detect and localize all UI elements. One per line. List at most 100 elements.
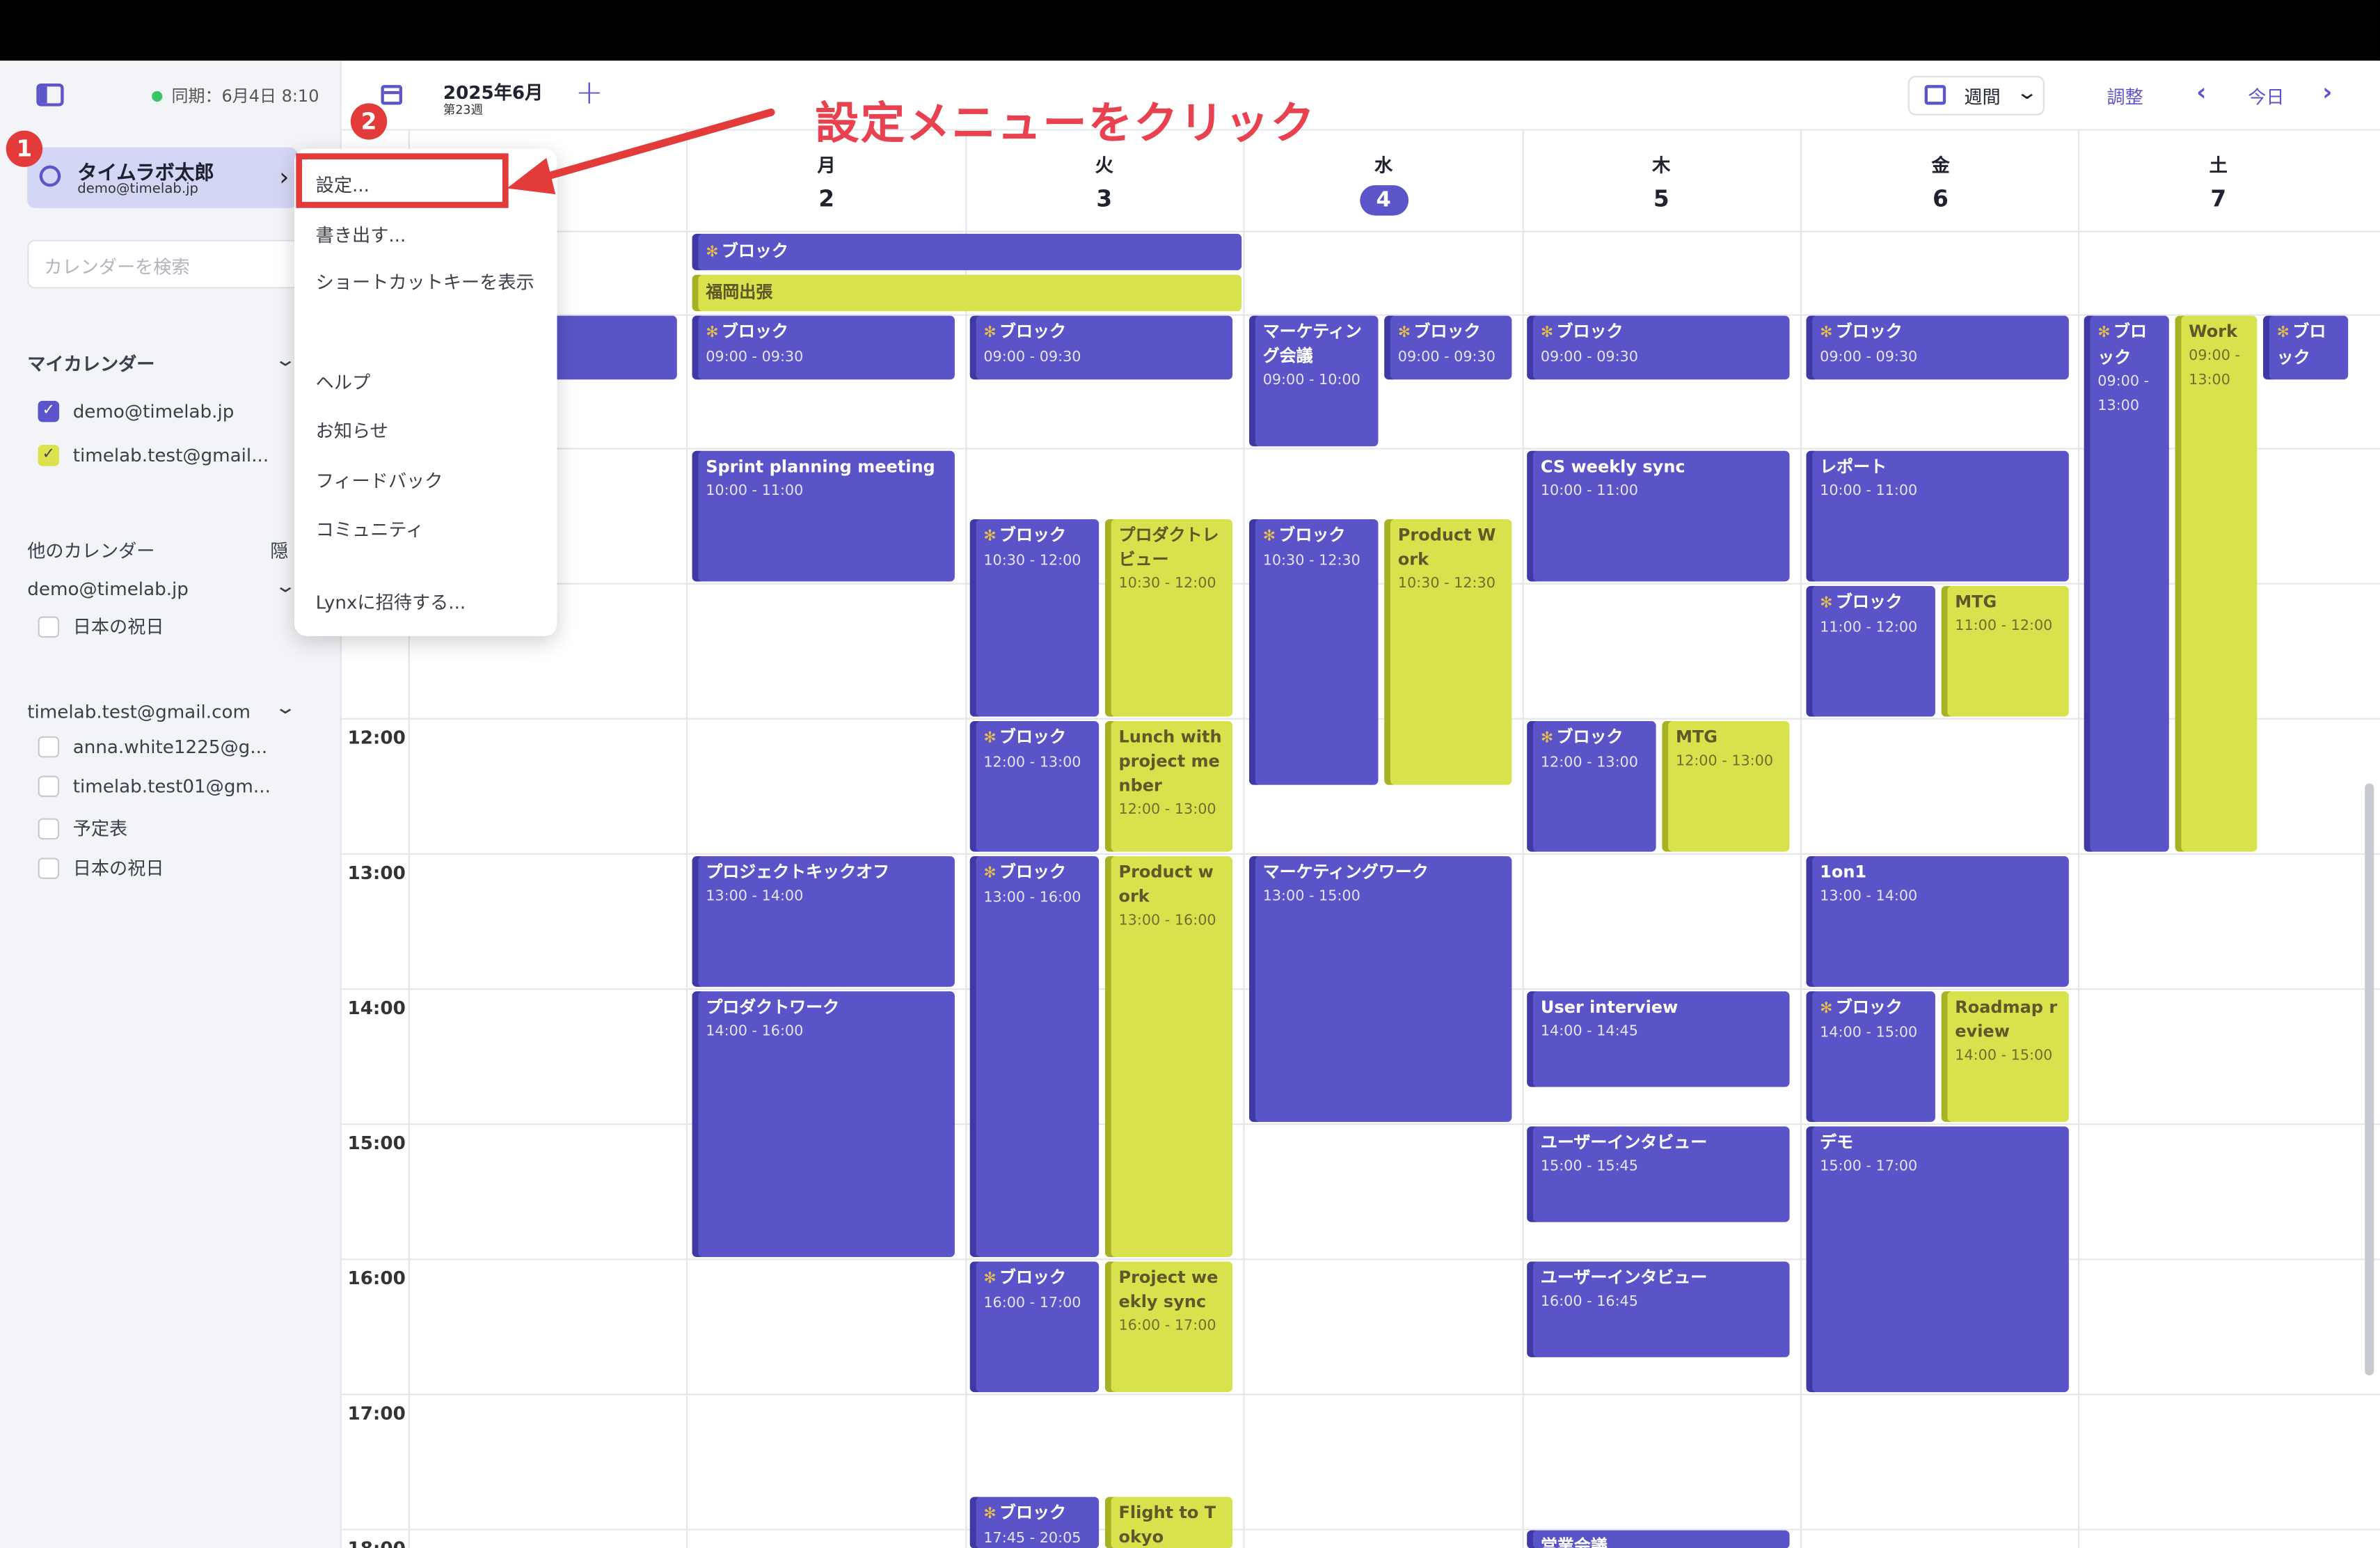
view-selector[interactable]: 週間 ⌄ bbox=[1907, 76, 2045, 116]
scrollbar[interactable] bbox=[2365, 783, 2374, 1376]
menu-item-news[interactable]: お知らせ bbox=[316, 418, 388, 443]
calendar-event[interactable]: Roadmap review 14:00 - 15:00 bbox=[1941, 991, 2069, 1122]
user-avatar-icon bbox=[39, 165, 61, 187]
calendar-event[interactable]: ✻ ブロック 09:00 - 09:30 bbox=[692, 315, 955, 380]
checkbox-checked-icon[interactable]: ✓ bbox=[38, 400, 60, 422]
calendar-event[interactable]: ユーザーインタビュー 16:00 - 16:45 bbox=[1527, 1261, 1790, 1357]
app-root: 同期：6月4日 8:10 タイムラボ太郎 demo@timelab.jp › カ… bbox=[0, 0, 2380, 1548]
prev-week-button[interactable]: ‹ bbox=[2196, 77, 2206, 106]
account-button[interactable]: タイムラボ太郎 demo@timelab.jp › bbox=[27, 147, 298, 208]
today-button[interactable]: 今日 bbox=[2248, 84, 2284, 109]
event-title: ✻ ブロック bbox=[706, 322, 788, 342]
my-calendar-item[interactable]: ✓ timelab.test@gmail... bbox=[38, 445, 269, 466]
calendar-event[interactable]: Product work 13:00 - 16:00 bbox=[1104, 856, 1233, 1257]
block-icon: ✻ bbox=[1820, 1000, 1833, 1018]
calendar-event[interactable]: Sprint planning meeting 10:00 - 11:00 bbox=[692, 450, 955, 582]
day-header-fri[interactable]: 金6 bbox=[1802, 131, 2079, 212]
sidebar-toggle-icon[interactable] bbox=[36, 83, 64, 106]
event-time: 10:00 - 11:00 bbox=[1540, 482, 1638, 500]
calendar-event[interactable]: デモ 15:00 - 17:00 bbox=[1806, 1126, 2069, 1393]
calendar-event[interactable]: ✻ ブロック 09:00 - 09:30 bbox=[1527, 315, 1790, 380]
user-email: demo@timelab.jp bbox=[77, 182, 199, 198]
other-calendar-item[interactable]: timelab.test01@gm... bbox=[38, 775, 271, 798]
calendar-icon[interactable] bbox=[381, 85, 402, 105]
calendar-event[interactable]: CS weekly sync 10:00 - 11:00 bbox=[1527, 450, 1790, 582]
event-title: ✻ ブロック bbox=[983, 1267, 1066, 1288]
adjust-button[interactable]: 調整 bbox=[2107, 84, 2143, 109]
calendar-event[interactable]: Project weekly sync 16:00 - 17:00 bbox=[1104, 1261, 1233, 1393]
calendar-event[interactable]: ✻ ブロック 12:00 - 13:00 bbox=[969, 721, 1100, 852]
calendar-event[interactable]: プロダクトワーク 14:00 - 16:00 bbox=[692, 991, 955, 1257]
calendar-event[interactable]: ✻ ブロック 09:00 - 09:30 bbox=[1806, 315, 2069, 380]
menu-item-export[interactable]: 書き出す... bbox=[316, 221, 406, 247]
menu-item-invite[interactable]: Lynxに招待する... bbox=[316, 589, 466, 615]
allday-event[interactable]: 福岡出張 bbox=[692, 274, 1242, 312]
day-name: 木 bbox=[1652, 155, 1671, 177]
calendar-event[interactable]: マーケティング会議 09:00 - 10:00 bbox=[1249, 315, 1379, 447]
event-title: ✻ ブロック bbox=[1820, 592, 1903, 612]
calendar-event[interactable]: MTG 12:00 - 13:00 bbox=[1662, 721, 1790, 852]
time-label: 18:00 bbox=[347, 1538, 405, 1548]
chevron-down-icon[interactable]: ⌄ bbox=[274, 697, 297, 718]
calendar-event[interactable]: ✻ ブロック 09:00 - 09:30 bbox=[969, 315, 1233, 380]
chevron-down-icon[interactable]: ⌄ bbox=[274, 349, 297, 371]
other-calendar-item[interactable]: 日本の祝日 bbox=[38, 855, 164, 880]
event-time: 15:00 - 15:45 bbox=[1540, 1158, 1638, 1176]
menu-item-help[interactable]: ヘルプ bbox=[316, 369, 371, 395]
event-time: 13:00 - 15:00 bbox=[1262, 887, 1360, 905]
calendar-search-input[interactable]: カレンダーを検索 bbox=[27, 239, 301, 289]
chevron-down-icon[interactable]: ⌄ bbox=[274, 576, 297, 597]
calendar-event[interactable]: MTG 11:00 - 12:00 bbox=[1941, 585, 2069, 717]
checkbox-checked-icon[interactable]: ✓ bbox=[38, 445, 60, 466]
calendar-event[interactable]: Lunch with project menber 12:00 - 13:00 bbox=[1104, 721, 1233, 852]
calendar-event[interactable]: ✻ ブロック 14:00 - 15:00 bbox=[1806, 991, 1935, 1122]
event-title: Project weekly sync bbox=[1118, 1267, 1219, 1312]
checkbox-icon[interactable] bbox=[38, 817, 60, 839]
day-header-thu[interactable]: 木5 bbox=[1523, 131, 1800, 213]
menu-item-community[interactable]: コミュニティ bbox=[316, 516, 424, 542]
calendar-event[interactable]: プロダクトレビュー 10:30 - 12:00 bbox=[1104, 519, 1233, 717]
grid-line bbox=[1522, 130, 1524, 1548]
calendar-event[interactable]: 営業会議 bbox=[1527, 1530, 1790, 1548]
other-calendar-item[interactable]: anna.white1225@g... bbox=[38, 736, 267, 758]
calendar-event[interactable]: ✻ ブロック 16:00 - 17:00 bbox=[969, 1261, 1100, 1393]
hide-button[interactable]: 隠 bbox=[270, 537, 288, 563]
calendar-event[interactable]: ✻ ブロック bbox=[2263, 315, 2349, 380]
checkbox-icon[interactable] bbox=[38, 857, 60, 878]
account-group-label: timelab.test@gmail.com bbox=[27, 701, 251, 723]
calendar-event[interactable]: ユーザーインタビュー 15:00 - 15:45 bbox=[1527, 1126, 1790, 1222]
checkbox-icon[interactable] bbox=[38, 736, 60, 758]
day-date: 5 bbox=[1653, 185, 1669, 213]
next-week-button[interactable]: › bbox=[2322, 77, 2332, 106]
event-time: 09:00 - 09:30 bbox=[706, 349, 804, 366]
event-time: 10:00 - 11:00 bbox=[1820, 482, 1918, 500]
calendar-event[interactable]: レポート 10:00 - 11:00 bbox=[1806, 450, 2069, 582]
calendar-event[interactable]: ✻ ブロック 11:00 - 12:00 bbox=[1806, 585, 1935, 717]
calendar-event[interactable]: ✻ ブロック 10:30 - 12:30 bbox=[1249, 519, 1379, 785]
event-title: ✻ ブロック bbox=[983, 862, 1066, 883]
my-calendar-item[interactable]: ✓ demo@timelab.jp bbox=[38, 400, 235, 422]
block-icon: ✻ bbox=[1820, 594, 1833, 612]
calendar-event[interactable]: マーケティングワーク 13:00 - 15:00 bbox=[1249, 856, 1512, 1122]
calendar-event[interactable]: ✻ ブロック 13:00 - 16:00 bbox=[969, 856, 1100, 1257]
calendar-event[interactable]: プロジェクトキックオフ 13:00 - 14:00 bbox=[692, 856, 955, 987]
calendar-event[interactable]: ✻ ブロック 12:00 - 13:00 bbox=[1527, 721, 1656, 852]
calendar-event[interactable]: ✻ ブロック 09:00 - 13:00 bbox=[2084, 315, 2169, 852]
other-calendar-item[interactable]: 日本の祝日 bbox=[38, 613, 164, 639]
calendar-event[interactable]: Product Work 10:30 - 12:30 bbox=[1384, 519, 1512, 785]
calendar-event[interactable]: ✻ ブロック 09:00 - 09:30 bbox=[1384, 315, 1512, 380]
calendar-event[interactable]: Flight to Tokyo bbox=[1104, 1496, 1233, 1548]
menu-item-feedback[interactable]: フィードバック bbox=[316, 468, 443, 493]
checkbox-icon[interactable] bbox=[38, 615, 60, 637]
calendar-event[interactable]: 1on1 13:00 - 14:00 bbox=[1806, 856, 2069, 987]
calendar-event[interactable]: ✻ ブロック 17:45 - 20:05 bbox=[969, 1496, 1100, 1548]
checkbox-icon[interactable] bbox=[38, 775, 60, 798]
calendar-event[interactable]: ✻ ブロック 10:30 - 12:00 bbox=[969, 519, 1100, 717]
event-time: 14:00 - 14:45 bbox=[1540, 1023, 1638, 1041]
allday-event[interactable]: ✻ ブロック bbox=[692, 233, 1242, 271]
other-calendar-item[interactable]: 予定表 bbox=[38, 815, 127, 841]
day-header-sat[interactable]: 土7 bbox=[2079, 131, 2357, 212]
calendar-event[interactable]: User interview 14:00 - 14:45 bbox=[1527, 991, 1790, 1087]
calendar-event[interactable]: Work 09:00 - 13:00 bbox=[2175, 315, 2258, 852]
menu-item-shortcuts[interactable]: ショートカットキーを表示 bbox=[316, 270, 536, 296]
